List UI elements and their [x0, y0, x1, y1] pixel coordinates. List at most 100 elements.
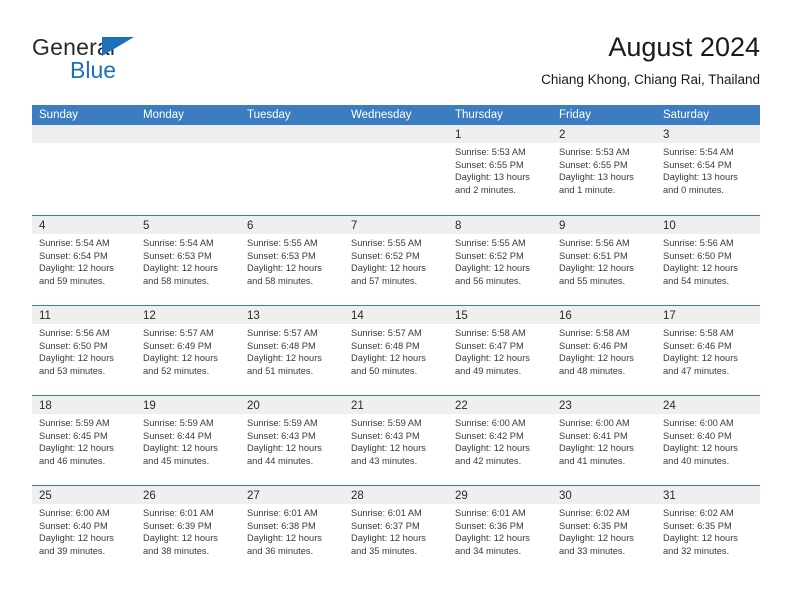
day-number: 22	[455, 400, 468, 412]
calendar-day-cell[interactable]: 28 Sunrise: 6:01 AM Sunset: 6:37 PM Dayligh…	[344, 486, 448, 575]
day-number: 18	[39, 400, 52, 412]
day-number: 5	[143, 220, 150, 232]
calendar-day-cell[interactable]: 1 Sunrise: 5:53 AM Sunset: 6:55 PM Daylight…	[448, 125, 552, 215]
day-details: Sunrise: 5:54 AM Sunset: 6:54 PM Daylight:…	[656, 143, 760, 196]
sunrise-text: Sunrise: 5:59 AM	[351, 418, 422, 428]
calendar-week-row: 1 Sunrise: 5:53 AM Sunset: 6:55 PM Daylight…	[32, 125, 760, 215]
day-number: 15	[455, 310, 468, 322]
daylight-text-line2: and 39 minutes.	[39, 545, 106, 556]
calendar-day-cell[interactable]: 5 Sunrise: 5:54 AM Sunset: 6:53 PM Daylight…	[136, 216, 240, 305]
calendar-day-cell[interactable]: 6 Sunrise: 5:55 AM Sunset: 6:53 PM Daylight…	[240, 216, 344, 305]
calendar-day-cell-empty	[240, 125, 344, 215]
sunset-text: Sunset: 6:47 PM	[455, 340, 524, 351]
calendar-day-cell[interactable]: 23 Sunrise: 6:00 AM Sunset: 6:41 PM Dayligh…	[552, 396, 656, 485]
sunset-text: Sunset: 6:43 PM	[247, 430, 316, 441]
calendar-day-cell[interactable]: 9 Sunrise: 5:56 AM Sunset: 6:51 PM Daylight…	[552, 216, 656, 305]
calendar-day-cell[interactable]: 2 Sunrise: 5:53 AM Sunset: 6:55 PM Daylight…	[552, 125, 656, 215]
calendar-day-cell[interactable]: 8 Sunrise: 5:55 AM Sunset: 6:52 PM Daylight…	[448, 216, 552, 305]
calendar-day-cell[interactable]: 25 Sunrise: 6:00 AM Sunset: 6:40 PM Dayligh…	[32, 486, 136, 575]
day-number-band: 8	[448, 216, 552, 234]
day-number: 29	[455, 490, 468, 502]
daylight-text-line2: and 51 minutes.	[247, 365, 314, 376]
day-details: Sunrise: 5:58 AM Sunset: 6:46 PM Daylight:…	[656, 324, 760, 377]
calendar-day-cell[interactable]: 15 Sunrise: 5:58 AM Sunset: 6:47 PM Dayligh…	[448, 306, 552, 395]
sunset-text: Sunset: 6:46 PM	[559, 340, 628, 351]
daylight-text-line2: and 40 minutes.	[663, 455, 730, 466]
sunset-text: Sunset: 6:46 PM	[663, 340, 732, 351]
daylight-text-line1: Daylight: 12 hours	[559, 353, 634, 364]
day-number-band: 14	[344, 306, 448, 324]
calendar-day-cell[interactable]: 31 Sunrise: 6:02 AM Sunset: 6:35 PM Dayligh…	[656, 486, 760, 575]
sunrise-text: Sunrise: 5:55 AM	[455, 238, 526, 248]
weekday-header-thursday: Thursday	[455, 109, 503, 121]
sunset-text: Sunset: 6:50 PM	[663, 250, 732, 261]
calendar-day-cell[interactable]: 13 Sunrise: 5:57 AM Sunset: 6:48 PM Dayligh…	[240, 306, 344, 395]
day-details: Sunrise: 5:56 AM Sunset: 6:50 PM Daylight:…	[656, 234, 760, 287]
calendar-day-cell[interactable]: 17 Sunrise: 5:58 AM Sunset: 6:46 PM Dayligh…	[656, 306, 760, 395]
daylight-text-line2: and 48 minutes.	[559, 365, 626, 376]
day-number-band: 9	[552, 216, 656, 234]
calendar-day-cell[interactable]: 20 Sunrise: 5:59 AM Sunset: 6:43 PM Dayligh…	[240, 396, 344, 485]
calendar-day-cell[interactable]: 12 Sunrise: 5:57 AM Sunset: 6:49 PM Dayligh…	[136, 306, 240, 395]
daylight-text-line1: Daylight: 12 hours	[559, 263, 634, 274]
sunset-text: Sunset: 6:40 PM	[39, 520, 108, 531]
calendar-day-cell[interactable]: 18 Sunrise: 5:59 AM Sunset: 6:45 PM Dayligh…	[32, 396, 136, 485]
daylight-text-line2: and 44 minutes.	[247, 455, 314, 466]
calendar-day-cell[interactable]: 4 Sunrise: 5:54 AM Sunset: 6:54 PM Daylight…	[32, 216, 136, 305]
calendar-day-cell[interactable]: 30 Sunrise: 6:02 AM Sunset: 6:35 PM Dayligh…	[552, 486, 656, 575]
day-number: 20	[247, 400, 260, 412]
day-details: Sunrise: 5:53 AM Sunset: 6:55 PM Daylight:…	[448, 143, 552, 196]
daylight-text-line1: Daylight: 12 hours	[39, 533, 114, 544]
day-details: Sunrise: 6:01 AM Sunset: 6:39 PM Daylight:…	[136, 504, 240, 557]
sunset-text: Sunset: 6:35 PM	[559, 520, 628, 531]
sunrise-text: Sunrise: 5:53 AM	[455, 147, 526, 157]
daylight-text-line2: and 56 minutes.	[455, 275, 522, 286]
daylight-text-line2: and 42 minutes.	[455, 455, 522, 466]
calendar-day-cell[interactable]: 3 Sunrise: 5:54 AM Sunset: 6:54 PM Daylight…	[656, 125, 760, 215]
day-details: Sunrise: 6:00 AM Sunset: 6:40 PM Daylight:…	[656, 414, 760, 467]
calendar-day-cell[interactable]: 10 Sunrise: 5:56 AM Sunset: 6:50 PM Dayligh…	[656, 216, 760, 305]
day-details: Sunrise: 5:58 AM Sunset: 6:47 PM Daylight:…	[448, 324, 552, 377]
sunrise-text: Sunrise: 5:58 AM	[455, 328, 526, 338]
daylight-text-line2: and 49 minutes.	[455, 365, 522, 376]
calendar-day-cell[interactable]: 7 Sunrise: 5:55 AM Sunset: 6:52 PM Daylight…	[344, 216, 448, 305]
daylight-text-line1: Daylight: 12 hours	[143, 533, 218, 544]
sunset-text: Sunset: 6:55 PM	[455, 159, 524, 170]
day-number: 19	[143, 400, 156, 412]
day-number: 2	[559, 129, 566, 141]
sunrise-text: Sunrise: 5:57 AM	[247, 328, 318, 338]
daylight-text-line2: and 1 minute.	[559, 184, 616, 195]
day-number: 11	[39, 310, 51, 322]
daylight-text-line1: Daylight: 12 hours	[663, 443, 738, 454]
sunrise-text: Sunrise: 5:58 AM	[559, 328, 630, 338]
daylight-text-line2: and 57 minutes.	[351, 275, 418, 286]
brand-logo[interactable]: General Blue	[32, 34, 232, 90]
calendar-day-cell[interactable]: 16 Sunrise: 5:58 AM Sunset: 6:46 PM Dayligh…	[552, 306, 656, 395]
page-header: General Blue August 2024 Chiang Khong, C…	[32, 30, 760, 98]
sunrise-text: Sunrise: 6:01 AM	[247, 508, 318, 518]
calendar-day-cell[interactable]: 11 Sunrise: 5:56 AM Sunset: 6:50 PM Dayligh…	[32, 306, 136, 395]
sunset-text: Sunset: 6:39 PM	[143, 520, 212, 531]
calendar-day-cell[interactable]: 19 Sunrise: 5:59 AM Sunset: 6:44 PM Dayligh…	[136, 396, 240, 485]
calendar-day-cell[interactable]: 21 Sunrise: 5:59 AM Sunset: 6:43 PM Dayligh…	[344, 396, 448, 485]
daylight-text-line2: and 53 minutes.	[39, 365, 106, 376]
day-number-band: 3	[656, 125, 760, 143]
day-details: Sunrise: 5:58 AM Sunset: 6:46 PM Daylight:…	[552, 324, 656, 377]
daylight-text-line1: Daylight: 12 hours	[247, 443, 322, 454]
calendar-day-cell[interactable]: 24 Sunrise: 6:00 AM Sunset: 6:40 PM Dayligh…	[656, 396, 760, 485]
sunrise-text: Sunrise: 6:00 AM	[455, 418, 526, 428]
day-number-band: 23	[552, 396, 656, 414]
day-number: 14	[351, 310, 364, 322]
sunrise-text: Sunrise: 5:54 AM	[143, 238, 214, 248]
calendar-day-cell[interactable]: 26 Sunrise: 6:01 AM Sunset: 6:39 PM Dayligh…	[136, 486, 240, 575]
calendar-day-cell[interactable]: 14 Sunrise: 5:57 AM Sunset: 6:48 PM Dayligh…	[344, 306, 448, 395]
daylight-text-line1: Daylight: 12 hours	[247, 263, 322, 274]
calendar-day-cell[interactable]: 29 Sunrise: 6:01 AM Sunset: 6:36 PM Dayligh…	[448, 486, 552, 575]
calendar-day-cell[interactable]: 22 Sunrise: 6:00 AM Sunset: 6:42 PM Dayligh…	[448, 396, 552, 485]
daylight-text-line2: and 54 minutes.	[663, 275, 730, 286]
day-details: Sunrise: 5:59 AM Sunset: 6:45 PM Daylight:…	[32, 414, 136, 467]
daylight-text-line2: and 58 minutes.	[143, 275, 210, 286]
calendar-day-cell[interactable]: 27 Sunrise: 6:01 AM Sunset: 6:38 PM Dayligh…	[240, 486, 344, 575]
day-details: Sunrise: 6:01 AM Sunset: 6:36 PM Daylight:…	[448, 504, 552, 557]
sunset-text: Sunset: 6:43 PM	[351, 430, 420, 441]
